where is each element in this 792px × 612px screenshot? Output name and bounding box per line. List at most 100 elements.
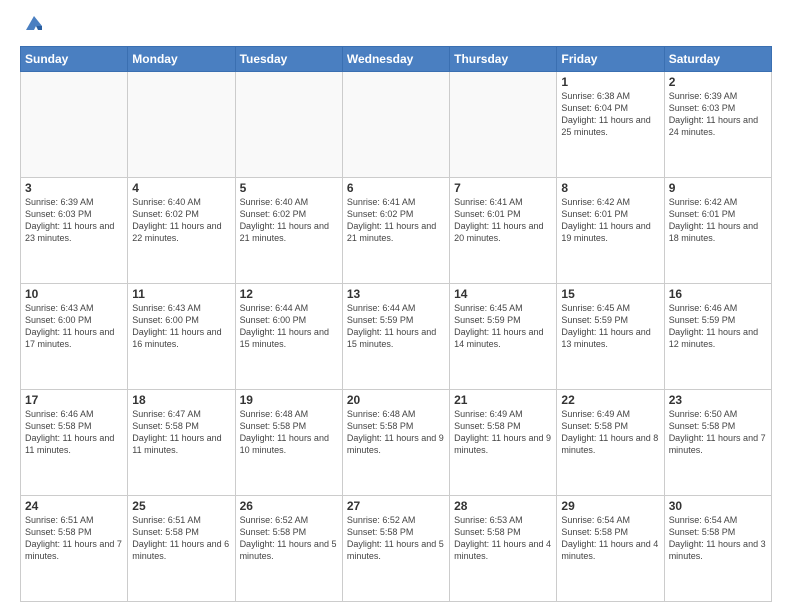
day-number: 4	[132, 181, 230, 195]
calendar-cell: 29Sunrise: 6:54 AM Sunset: 5:58 PM Dayli…	[557, 496, 664, 602]
day-info: Sunrise: 6:46 AM Sunset: 5:58 PM Dayligh…	[25, 408, 123, 457]
calendar-cell: 3Sunrise: 6:39 AM Sunset: 6:03 PM Daylig…	[21, 178, 128, 284]
calendar-cell: 21Sunrise: 6:49 AM Sunset: 5:58 PM Dayli…	[450, 390, 557, 496]
logo	[20, 16, 46, 36]
col-header-monday: Monday	[128, 47, 235, 72]
day-info: Sunrise: 6:40 AM Sunset: 6:02 PM Dayligh…	[132, 196, 230, 245]
day-number: 22	[561, 393, 659, 407]
day-number: 16	[669, 287, 767, 301]
calendar-cell: 10Sunrise: 6:43 AM Sunset: 6:00 PM Dayli…	[21, 284, 128, 390]
logo-icon	[22, 12, 46, 36]
day-number: 13	[347, 287, 445, 301]
page: SundayMondayTuesdayWednesdayThursdayFrid…	[0, 0, 792, 612]
calendar-cell	[235, 72, 342, 178]
day-number: 29	[561, 499, 659, 513]
day-number: 30	[669, 499, 767, 513]
day-info: Sunrise: 6:39 AM Sunset: 6:03 PM Dayligh…	[669, 90, 767, 139]
day-info: Sunrise: 6:44 AM Sunset: 5:59 PM Dayligh…	[347, 302, 445, 351]
day-info: Sunrise: 6:51 AM Sunset: 5:58 PM Dayligh…	[25, 514, 123, 563]
calendar-cell: 25Sunrise: 6:51 AM Sunset: 5:58 PM Dayli…	[128, 496, 235, 602]
day-info: Sunrise: 6:44 AM Sunset: 6:00 PM Dayligh…	[240, 302, 338, 351]
calendar-header-row: SundayMondayTuesdayWednesdayThursdayFrid…	[21, 47, 772, 72]
calendar-cell: 13Sunrise: 6:44 AM Sunset: 5:59 PM Dayli…	[342, 284, 449, 390]
day-number: 19	[240, 393, 338, 407]
calendar-cell: 18Sunrise: 6:47 AM Sunset: 5:58 PM Dayli…	[128, 390, 235, 496]
calendar-week-0: 1Sunrise: 6:38 AM Sunset: 6:04 PM Daylig…	[21, 72, 772, 178]
calendar-cell	[450, 72, 557, 178]
calendar-week-4: 24Sunrise: 6:51 AM Sunset: 5:58 PM Dayli…	[21, 496, 772, 602]
col-header-sunday: Sunday	[21, 47, 128, 72]
calendar-cell	[21, 72, 128, 178]
calendar-cell: 9Sunrise: 6:42 AM Sunset: 6:01 PM Daylig…	[664, 178, 771, 284]
day-number: 12	[240, 287, 338, 301]
col-header-friday: Friday	[557, 47, 664, 72]
calendar-cell: 15Sunrise: 6:45 AM Sunset: 5:59 PM Dayli…	[557, 284, 664, 390]
day-info: Sunrise: 6:42 AM Sunset: 6:01 PM Dayligh…	[561, 196, 659, 245]
day-number: 8	[561, 181, 659, 195]
day-info: Sunrise: 6:46 AM Sunset: 5:59 PM Dayligh…	[669, 302, 767, 351]
calendar-table: SundayMondayTuesdayWednesdayThursdayFrid…	[20, 46, 772, 602]
day-number: 24	[25, 499, 123, 513]
day-number: 6	[347, 181, 445, 195]
day-number: 21	[454, 393, 552, 407]
day-info: Sunrise: 6:54 AM Sunset: 5:58 PM Dayligh…	[669, 514, 767, 563]
day-number: 27	[347, 499, 445, 513]
calendar-cell: 2Sunrise: 6:39 AM Sunset: 6:03 PM Daylig…	[664, 72, 771, 178]
calendar-cell: 30Sunrise: 6:54 AM Sunset: 5:58 PM Dayli…	[664, 496, 771, 602]
col-header-saturday: Saturday	[664, 47, 771, 72]
calendar-cell: 26Sunrise: 6:52 AM Sunset: 5:58 PM Dayli…	[235, 496, 342, 602]
calendar-cell: 23Sunrise: 6:50 AM Sunset: 5:58 PM Dayli…	[664, 390, 771, 496]
day-info: Sunrise: 6:49 AM Sunset: 5:58 PM Dayligh…	[454, 408, 552, 457]
calendar-cell: 11Sunrise: 6:43 AM Sunset: 6:00 PM Dayli…	[128, 284, 235, 390]
day-number: 2	[669, 75, 767, 89]
day-info: Sunrise: 6:48 AM Sunset: 5:58 PM Dayligh…	[347, 408, 445, 457]
day-info: Sunrise: 6:40 AM Sunset: 6:02 PM Dayligh…	[240, 196, 338, 245]
col-header-wednesday: Wednesday	[342, 47, 449, 72]
calendar-cell: 19Sunrise: 6:48 AM Sunset: 5:58 PM Dayli…	[235, 390, 342, 496]
col-header-thursday: Thursday	[450, 47, 557, 72]
calendar-cell: 1Sunrise: 6:38 AM Sunset: 6:04 PM Daylig…	[557, 72, 664, 178]
day-number: 23	[669, 393, 767, 407]
calendar-cell: 8Sunrise: 6:42 AM Sunset: 6:01 PM Daylig…	[557, 178, 664, 284]
day-info: Sunrise: 6:45 AM Sunset: 5:59 PM Dayligh…	[561, 302, 659, 351]
calendar-cell: 22Sunrise: 6:49 AM Sunset: 5:58 PM Dayli…	[557, 390, 664, 496]
calendar-cell: 27Sunrise: 6:52 AM Sunset: 5:58 PM Dayli…	[342, 496, 449, 602]
day-number: 15	[561, 287, 659, 301]
day-info: Sunrise: 6:43 AM Sunset: 6:00 PM Dayligh…	[132, 302, 230, 351]
day-info: Sunrise: 6:49 AM Sunset: 5:58 PM Dayligh…	[561, 408, 659, 457]
calendar-cell	[342, 72, 449, 178]
calendar-week-2: 10Sunrise: 6:43 AM Sunset: 6:00 PM Dayli…	[21, 284, 772, 390]
calendar-cell: 4Sunrise: 6:40 AM Sunset: 6:02 PM Daylig…	[128, 178, 235, 284]
calendar-cell: 6Sunrise: 6:41 AM Sunset: 6:02 PM Daylig…	[342, 178, 449, 284]
day-number: 11	[132, 287, 230, 301]
calendar-week-1: 3Sunrise: 6:39 AM Sunset: 6:03 PM Daylig…	[21, 178, 772, 284]
day-info: Sunrise: 6:39 AM Sunset: 6:03 PM Dayligh…	[25, 196, 123, 245]
calendar-cell: 14Sunrise: 6:45 AM Sunset: 5:59 PM Dayli…	[450, 284, 557, 390]
calendar-cell: 5Sunrise: 6:40 AM Sunset: 6:02 PM Daylig…	[235, 178, 342, 284]
calendar-cell	[128, 72, 235, 178]
day-number: 14	[454, 287, 552, 301]
calendar-cell: 20Sunrise: 6:48 AM Sunset: 5:58 PM Dayli…	[342, 390, 449, 496]
calendar-cell: 17Sunrise: 6:46 AM Sunset: 5:58 PM Dayli…	[21, 390, 128, 496]
day-number: 10	[25, 287, 123, 301]
day-info: Sunrise: 6:52 AM Sunset: 5:58 PM Dayligh…	[347, 514, 445, 563]
day-number: 9	[669, 181, 767, 195]
day-info: Sunrise: 6:53 AM Sunset: 5:58 PM Dayligh…	[454, 514, 552, 563]
day-info: Sunrise: 6:43 AM Sunset: 6:00 PM Dayligh…	[25, 302, 123, 351]
calendar-cell: 7Sunrise: 6:41 AM Sunset: 6:01 PM Daylig…	[450, 178, 557, 284]
day-info: Sunrise: 6:38 AM Sunset: 6:04 PM Dayligh…	[561, 90, 659, 139]
day-number: 5	[240, 181, 338, 195]
calendar-cell: 12Sunrise: 6:44 AM Sunset: 6:00 PM Dayli…	[235, 284, 342, 390]
day-number: 25	[132, 499, 230, 513]
calendar-cell: 28Sunrise: 6:53 AM Sunset: 5:58 PM Dayli…	[450, 496, 557, 602]
day-number: 26	[240, 499, 338, 513]
day-number: 1	[561, 75, 659, 89]
header	[20, 16, 772, 36]
day-info: Sunrise: 6:41 AM Sunset: 6:02 PM Dayligh…	[347, 196, 445, 245]
day-number: 18	[132, 393, 230, 407]
day-info: Sunrise: 6:45 AM Sunset: 5:59 PM Dayligh…	[454, 302, 552, 351]
day-info: Sunrise: 6:52 AM Sunset: 5:58 PM Dayligh…	[240, 514, 338, 563]
day-info: Sunrise: 6:42 AM Sunset: 6:01 PM Dayligh…	[669, 196, 767, 245]
calendar-week-3: 17Sunrise: 6:46 AM Sunset: 5:58 PM Dayli…	[21, 390, 772, 496]
day-info: Sunrise: 6:48 AM Sunset: 5:58 PM Dayligh…	[240, 408, 338, 457]
